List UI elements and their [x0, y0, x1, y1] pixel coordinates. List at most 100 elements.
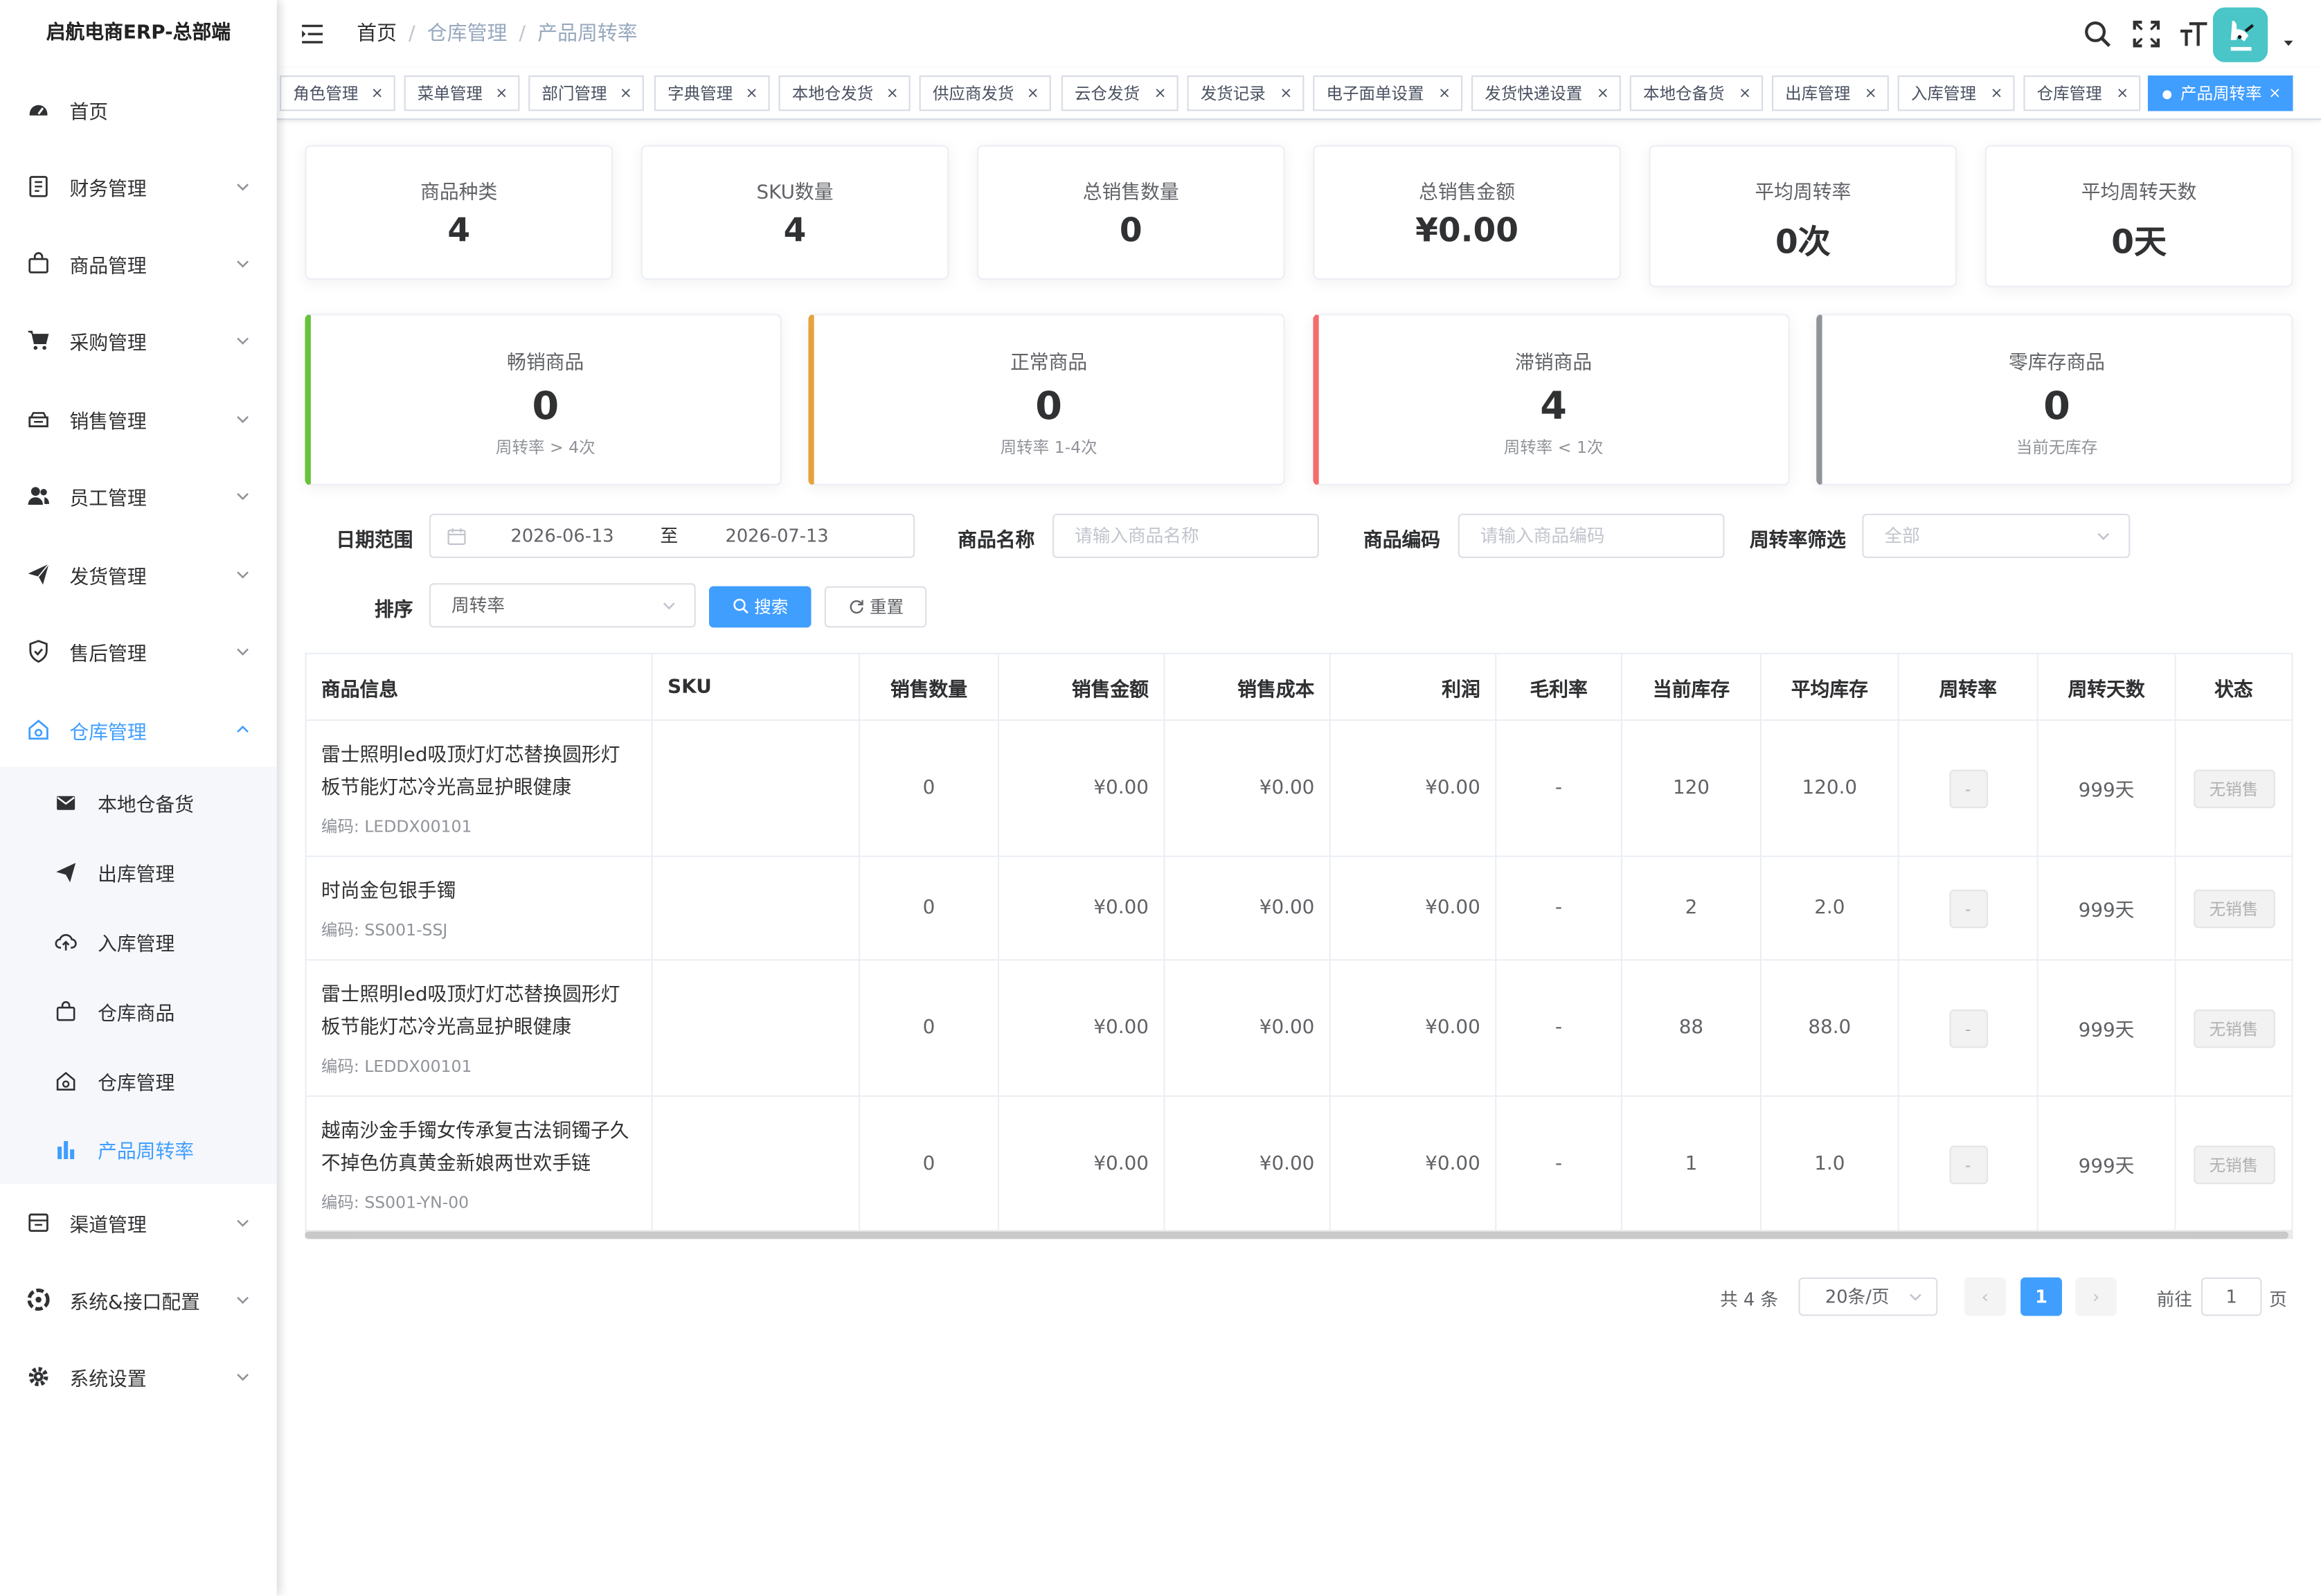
sidebar-subitem-local-stock[interactable]: 本地仓备货	[0, 769, 277, 838]
date-end[interactable]: 2026-07-13	[726, 515, 829, 557]
tag-label: 云仓发货	[1075, 84, 1140, 104]
sidebar-subitem-label: 产品周转率	[98, 1141, 195, 1164]
close-icon[interactable]: ×	[2268, 77, 2281, 112]
tag-express-setting[interactable]: 发货快递设置 ×	[1471, 75, 1621, 111]
tag-warehouse[interactable]: 仓库管理 ×	[2023, 75, 2141, 112]
dashboard-icon	[26, 98, 50, 121]
tag-supplier-ship[interactable]: 供应商发货 ×	[919, 75, 1051, 112]
turnover-filter-select[interactable]: 全部	[1862, 513, 2131, 558]
cell-sku	[653, 857, 861, 960]
close-icon[interactable]: ×	[1597, 77, 1609, 112]
avatar[interactable]	[2213, 7, 2268, 62]
cell-sales-cost: ¥0.00	[1165, 960, 1331, 1095]
stat-label: 总销售金额	[1419, 181, 1516, 205]
tag-cloud-ship[interactable]: 云仓发货 ×	[1061, 75, 1179, 111]
sidebar-item-after-sales[interactable]: 售后管理	[0, 613, 277, 690]
font-size-icon[interactable]	[2179, 19, 2209, 49]
cell-profit: ¥0.00	[1331, 721, 1497, 856]
sidebar-item-finance[interactable]: 财务管理	[0, 148, 277, 225]
sidebar-item-channel[interactable]: 渠道管理	[0, 1184, 277, 1261]
date-range-picker[interactable]: 2026-06-13 至 2026-07-13	[429, 513, 915, 558]
search-button[interactable]: 搜索	[709, 586, 812, 628]
fullscreen-icon[interactable]	[2131, 19, 2161, 49]
tag-label: 仓库管理	[2036, 84, 2102, 104]
tag-waybill-setting[interactable]: 电子面单设置 ×	[1313, 75, 1463, 112]
close-icon[interactable]: ×	[746, 77, 758, 112]
close-icon[interactable]: ×	[371, 77, 384, 112]
goto-page-input[interactable]: 1	[2201, 1277, 2262, 1316]
reset-button[interactable]: 重置	[824, 586, 927, 628]
cell-status: 无销售	[2176, 857, 2292, 960]
product-name-label: 商品名称	[958, 530, 1035, 553]
tag-turnover-active[interactable]: 产品周转率 ×	[2147, 75, 2293, 112]
close-icon[interactable]: ×	[1438, 77, 1451, 112]
sort-select[interactable]: 周转率	[429, 583, 696, 628]
close-icon[interactable]: ×	[495, 77, 508, 112]
scrollbar-thumb[interactable]	[305, 1231, 2289, 1239]
breadcrumb-home[interactable]: 首页	[357, 22, 397, 46]
prev-page-button[interactable]: ‹	[1964, 1277, 2006, 1316]
sidebar-item-sales[interactable]: 销售管理	[0, 380, 277, 457]
page-unit-label: 页	[2269, 1289, 2287, 1310]
close-icon[interactable]: ×	[1739, 77, 1751, 112]
sidebar-item-staff[interactable]: 员工管理	[0, 458, 277, 535]
close-icon[interactable]: ×	[1280, 77, 1292, 112]
turnover-tag: -	[1948, 888, 1987, 928]
sidebar-item-shipping[interactable]: 发货管理	[0, 536, 277, 613]
tag-ship-record[interactable]: 发货记录 ×	[1187, 75, 1305, 112]
close-icon[interactable]: ×	[1865, 77, 1877, 112]
turnover-value: 0	[1035, 384, 1062, 429]
close-icon[interactable]: ×	[620, 77, 632, 112]
sidebar-item-home[interactable]: 首页	[0, 71, 277, 148]
caret-down-icon[interactable]	[2281, 35, 2295, 50]
tag-inbound[interactable]: 入库管理 ×	[1897, 75, 2015, 112]
sidebar-item-settings[interactable]: 系统设置	[0, 1338, 277, 1415]
search-icon[interactable]	[2083, 19, 2113, 49]
sidebar-subitem-outbound[interactable]: 出库管理	[0, 838, 277, 907]
sidebar-subitem-warehouse-goods[interactable]: 仓库商品	[0, 977, 277, 1046]
close-icon[interactable]: ×	[2116, 77, 2129, 112]
next-page-button[interactable]: ›	[2075, 1277, 2117, 1316]
tag-dict[interactable]: 字典管理 ×	[654, 75, 770, 111]
close-icon[interactable]: ×	[886, 77, 899, 112]
goto-label: 前往	[2156, 1289, 2193, 1310]
cell-avg-stock: 1.0	[1762, 1097, 1899, 1232]
page-number-current[interactable]: 1	[2020, 1277, 2062, 1316]
tag-local-stock[interactable]: 本地仓备货 ×	[1629, 75, 1764, 112]
top-header: 首页 / 仓库管理 / 产品周转率	[276, 0, 2321, 69]
tag-outbound[interactable]: 出库管理 ×	[1771, 75, 1889, 112]
cell-avg-stock: 120.0	[1762, 721, 1899, 856]
close-icon[interactable]: ×	[1027, 77, 1039, 112]
cell-avg-stock: 88.0	[1762, 960, 1899, 1095]
close-icon[interactable]: ×	[1154, 77, 1167, 112]
tag-menu[interactable]: 菜单管理 ×	[404, 75, 520, 111]
product-code-field[interactable]	[1458, 513, 1725, 558]
cell-current-stock: 88	[1622, 960, 1762, 1095]
breadcrumb: 首页 / 仓库管理 / 产品周转率	[357, 22, 638, 46]
tag-dept[interactable]: 部门管理 ×	[528, 75, 644, 111]
sidebar-item-system-api[interactable]: 系统&接口配置	[0, 1261, 277, 1338]
cell-margin: -	[1496, 960, 1623, 1095]
sidebar-subitem-turnover[interactable]: 产品周转率	[0, 1115, 277, 1184]
stat-card-total-qty: 总销售数量 0	[976, 145, 1285, 280]
product-name-input[interactable]	[1075, 514, 1297, 557]
page-size-select[interactable]: 20条/页	[1798, 1277, 1938, 1316]
calendar-icon	[447, 527, 467, 546]
turnover-tag: -	[1948, 769, 1987, 808]
goto-page-value[interactable]: 1	[2203, 1279, 2260, 1314]
sidebar-subitem-inbound[interactable]: 入库管理	[0, 907, 277, 976]
sidebar-subitem-warehouse-manage[interactable]: 仓库管理	[0, 1046, 277, 1115]
tag-role[interactable]: 角色管理 ×	[280, 75, 395, 111]
close-icon[interactable]: ×	[1991, 77, 2003, 112]
product-code-input[interactable]	[1480, 514, 1703, 557]
breadcrumb-warehouse[interactable]: 仓库管理	[427, 22, 507, 46]
table-horizontal-scrollbar[interactable]	[305, 1230, 2293, 1239]
date-start[interactable]: 2026-06-13	[511, 515, 614, 557]
product-name-field[interactable]	[1052, 513, 1319, 558]
sidebar-item-purchase[interactable]: 采购管理	[0, 302, 277, 379]
cell-turnover-days: 999天	[2038, 721, 2176, 856]
sidebar-item-warehouse[interactable]: 仓库管理	[0, 691, 277, 768]
tag-local-ship[interactable]: 本地仓发货 ×	[778, 75, 911, 112]
menu-toggle-icon[interactable]	[299, 21, 325, 47]
sidebar-item-goods[interactable]: 商品管理	[0, 225, 277, 302]
